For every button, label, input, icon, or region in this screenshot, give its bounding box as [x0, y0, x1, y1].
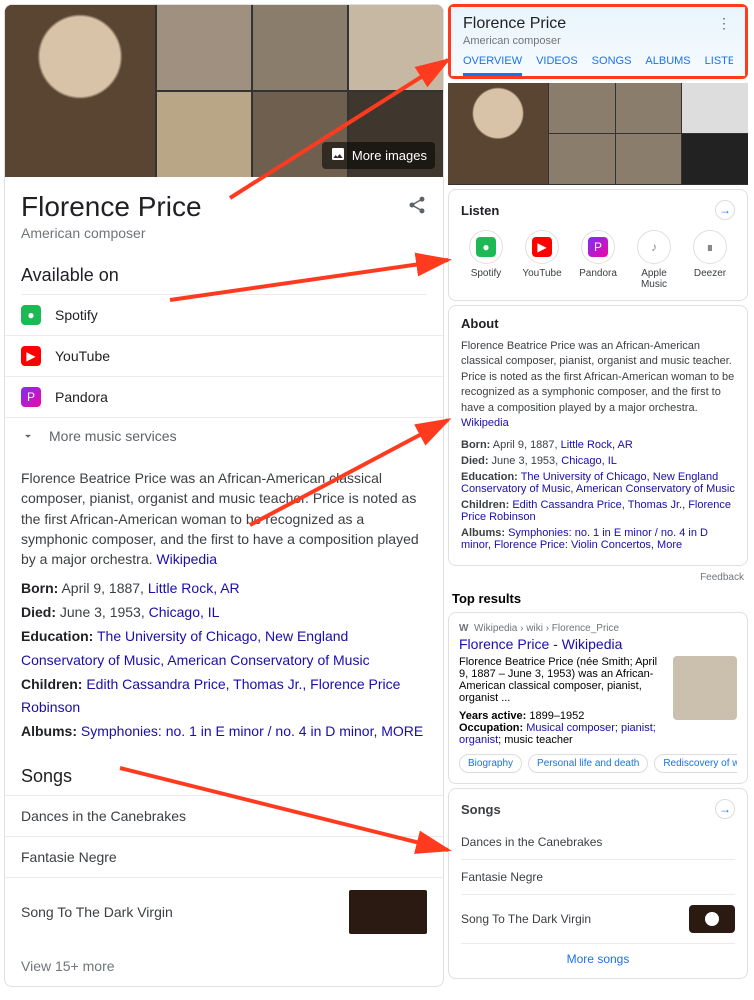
tab-songs[interactable]: SONGS	[592, 55, 632, 76]
highlight-box-header: Florence Price American composer ⋮ OVERV…	[448, 4, 748, 79]
subtitle: American composer	[5, 223, 443, 255]
top-results-heading: Top results	[448, 587, 748, 612]
facts-block: Born: April 9, 1887, Little Rock, AR Die…	[5, 577, 443, 756]
song-row[interactable]: Song To The Dark Virgin	[461, 894, 735, 943]
view-more-songs[interactable]: View 15+ more	[5, 946, 443, 986]
more-options-icon[interactable]: ⋮	[717, 15, 733, 32]
listen-pandora[interactable]: PPandora	[573, 230, 623, 290]
song-row[interactable]: Song To The Dark Virgin	[5, 877, 443, 946]
chip[interactable]: Biography	[459, 754, 522, 773]
listen-youtube[interactable]: ▶YouTube	[517, 230, 567, 290]
image-collage[interactable]: More images	[5, 5, 443, 177]
about-card: About Florence Beatrice Price was an Afr…	[448, 305, 748, 566]
song-row[interactable]: Dances in the Canebrakes	[461, 825, 735, 859]
about-heading: About	[461, 316, 735, 331]
tab-listen[interactable]: LISTEN	[705, 55, 733, 76]
song-thumbnail	[689, 905, 735, 933]
listen-more-arrow[interactable]: →	[715, 200, 735, 220]
more-images-button[interactable]: More images	[322, 142, 435, 169]
chip[interactable]: Personal life and death	[528, 754, 648, 773]
song-row[interactable]: Fantasie Negre	[461, 859, 735, 894]
panel-header: Florence Price American composer ⋮ OVERV…	[451, 7, 745, 76]
panel-title: Florence Price	[463, 15, 566, 33]
image-collage-small[interactable]	[448, 83, 748, 185]
knowledge-panel-new: Florence Price American composer ⋮ OVERV…	[448, 4, 748, 987]
available-on-heading: Available on	[5, 255, 443, 294]
pandora-icon: P	[21, 387, 41, 407]
tab-overview[interactable]: OVERVIEW	[463, 55, 522, 76]
more-services-label: More music services	[49, 428, 177, 444]
songs-heading: Songs	[5, 756, 443, 795]
chevron-down-icon	[21, 429, 35, 443]
about-paragraph: Florence Beatrice Price was an African-A…	[5, 454, 443, 577]
service-youtube[interactable]: ▶YouTube	[5, 335, 443, 376]
page-title: Florence Price	[21, 191, 202, 223]
listen-spotify[interactable]: ●Spotify	[461, 230, 511, 290]
panel-subtitle: American composer	[463, 35, 566, 47]
song-row[interactable]: Fantasie Negre	[5, 836, 443, 877]
chip[interactable]: Rediscovery of works	[654, 754, 737, 773]
albums-links[interactable]: Symphonies: no. 1 in E minor / no. 4 in …	[81, 723, 423, 739]
top-results-section: Top results W Wikipedia › wiki › Florenc…	[448, 587, 748, 784]
listen-apple-music[interactable]: ♪Apple Music	[629, 230, 679, 290]
feedback-link[interactable]: Feedback	[448, 572, 744, 583]
spotify-icon: ●	[21, 305, 41, 325]
song-row[interactable]: Dances in the Canebrakes	[5, 795, 443, 836]
wikipedia-link[interactable]: Wikipedia	[156, 551, 217, 567]
wiki-result-title[interactable]: Florence Price - Wikipedia	[459, 636, 737, 652]
youtube-icon: ▶	[21, 346, 41, 366]
tab-videos[interactable]: VIDEOS	[536, 55, 578, 76]
knowledge-panel-legacy: More images Florence Price American comp…	[4, 4, 444, 987]
songs-card: Songs → Dances in the CanebrakesFantasie…	[448, 788, 748, 979]
wiki-result-card[interactable]: W Wikipedia › wiki › Florence_Price Flor…	[448, 612, 748, 784]
song-thumbnail	[349, 890, 427, 934]
born-place-link[interactable]: Little Rock, AR	[148, 580, 240, 596]
songs-card-heading: Songs	[461, 802, 501, 817]
more-images-label: More images	[352, 148, 427, 163]
wiki-thumbnail	[673, 656, 737, 720]
listen-deezer[interactable]: ∎Deezer	[685, 230, 735, 290]
wikipedia-link-r[interactable]: Wikipedia	[461, 417, 509, 429]
image-icon	[330, 146, 346, 165]
service-spotify[interactable]: ●Spotify	[5, 295, 443, 335]
songs-more-arrow[interactable]: →	[715, 799, 735, 819]
died-place-link[interactable]: Chicago, IL	[149, 604, 220, 620]
more-services-toggle[interactable]: More music services	[5, 417, 443, 454]
listen-heading: Listen	[461, 203, 499, 218]
service-pandora[interactable]: PPandora	[5, 376, 443, 417]
share-icon[interactable]	[407, 195, 427, 220]
panel-tabs: OVERVIEWVIDEOSSONGSALBUMSLISTENPEOPLE AL…	[463, 55, 733, 76]
more-songs-link[interactable]: More songs	[461, 943, 735, 968]
listen-card: Listen → ●Spotify▶YouTubePPandora♪Apple …	[448, 189, 748, 301]
tab-albums[interactable]: ALBUMS	[645, 55, 690, 76]
